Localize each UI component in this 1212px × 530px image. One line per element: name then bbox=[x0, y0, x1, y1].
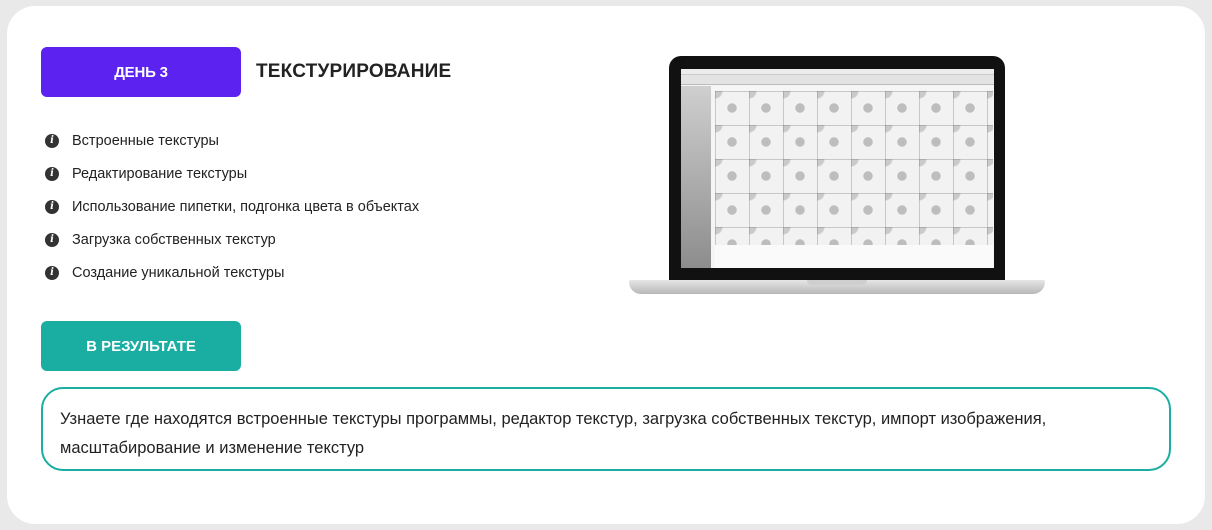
info-icon: i bbox=[45, 133, 59, 148]
result-badge-label: В РЕЗУЛЬТАТЕ bbox=[86, 337, 196, 355]
laptop-notch bbox=[807, 280, 867, 285]
lesson-card: ДЕНЬ 3 ТЕКСТУРИРОВАНИЕ i Встроенные текс… bbox=[7, 6, 1205, 524]
info-icon: i bbox=[45, 166, 59, 181]
laptop-screenshot-image bbox=[629, 56, 1045, 306]
laptop-screen bbox=[681, 69, 994, 268]
info-icon: i bbox=[45, 199, 59, 214]
feature-item: i Загрузка собственных текстур bbox=[45, 223, 419, 256]
feature-label: Встроенные текстуры bbox=[72, 132, 219, 149]
info-icon: i bbox=[45, 265, 59, 280]
info-icon: i bbox=[45, 232, 59, 247]
feature-item: i Встроенные текстуры bbox=[45, 124, 419, 157]
texture-grid-lines bbox=[715, 91, 993, 265]
day-badge-label: ДЕНЬ 3 bbox=[114, 63, 168, 81]
result-description: Узнаете где находятся встроенные текстур… bbox=[41, 387, 1171, 471]
app-floor-area bbox=[715, 245, 993, 268]
feature-label: Создание уникальной текстуры bbox=[72, 264, 285, 281]
laptop-screen-frame bbox=[669, 56, 1005, 282]
app-left-pane bbox=[681, 86, 711, 268]
feature-item: i Создание уникальной текстуры bbox=[45, 256, 419, 289]
feature-label: Загрузка собственных текстур bbox=[72, 231, 276, 248]
lesson-title: ТЕКСТУРИРОВАНИЕ bbox=[256, 61, 452, 82]
app-toolbar bbox=[681, 75, 994, 85]
day-badge: ДЕНЬ 3 bbox=[41, 47, 241, 97]
result-badge: В РЕЗУЛЬТАТЕ bbox=[41, 321, 241, 371]
feature-label: Редактирование текстуры bbox=[72, 165, 248, 182]
feature-item: i Редактирование текстуры bbox=[45, 157, 419, 190]
result-text: Узнаете где находятся встроенные текстур… bbox=[60, 410, 1047, 457]
feature-label: Использование пипетки, подгонка цвета в … bbox=[72, 198, 420, 215]
feature-item: i Использование пипетки, подгонка цвета … bbox=[45, 190, 419, 223]
feature-list: i Встроенные текстуры i Редактирование т… bbox=[45, 124, 419, 289]
